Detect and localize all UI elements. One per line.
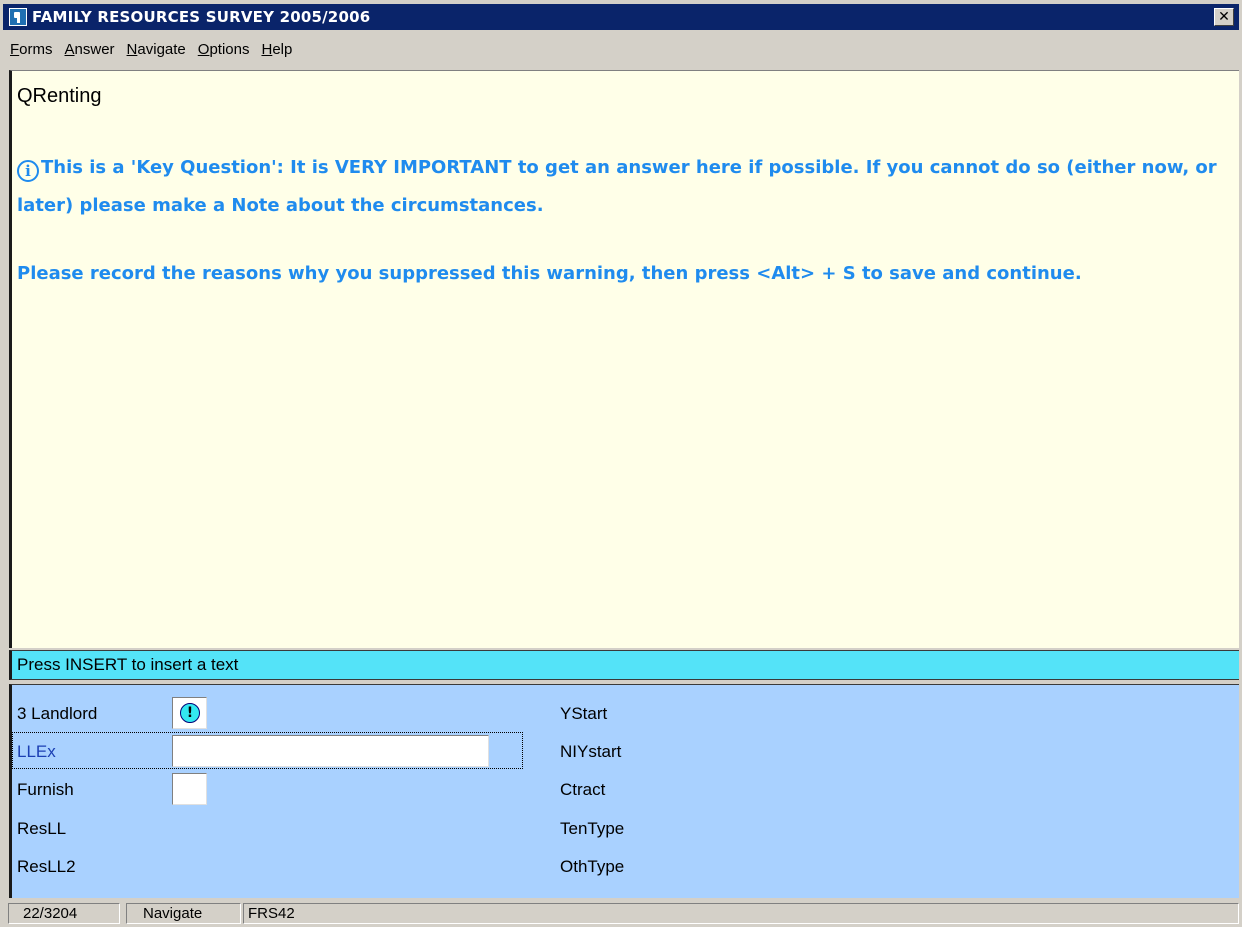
field-label-ystart: YStart bbox=[560, 704, 608, 723]
field-label-furnish: Furnish bbox=[17, 780, 74, 799]
menu-forms[interactable]: Forms bbox=[10, 41, 53, 58]
menu-help[interactable]: Help bbox=[261, 41, 292, 58]
position-indicator: 22/3204 bbox=[8, 903, 120, 924]
insert-hint-bar: Press INSERT to insert a text bbox=[9, 650, 1239, 680]
landlord-answer-box[interactable]: ! bbox=[172, 697, 207, 729]
question-text: i This is a 'Key Question': It is VERY IM… bbox=[17, 149, 1232, 293]
field-label-othtype: OthType bbox=[560, 857, 625, 876]
form-id-indicator: FRS42 bbox=[243, 903, 1239, 924]
info-icon: i bbox=[17, 160, 39, 182]
suppress-instruction: Please record the reasons why you suppre… bbox=[17, 263, 1082, 284]
field-label-resll: ResLL bbox=[17, 819, 67, 838]
field-label-llex: LLEx bbox=[17, 742, 56, 761]
title-bar: FAMILY RESOURCES SURVEY 2005/2006 ✕ bbox=[3, 4, 1239, 30]
field-label-tentype: TenType bbox=[560, 819, 625, 838]
warning-icon[interactable]: ! bbox=[180, 703, 200, 723]
question-name: QRenting bbox=[17, 85, 102, 107]
menu-options[interactable]: Options bbox=[198, 41, 250, 58]
question-pane: QRenting i This is a 'Key Question': It i… bbox=[9, 70, 1239, 648]
field-label-niystart: NIYstart bbox=[560, 742, 622, 761]
furnish-input[interactable] bbox=[172, 773, 207, 805]
field-label-landlord: 3 Landlord bbox=[17, 704, 98, 723]
menu-bar: Forms Answer Navigate Options Help bbox=[3, 31, 1239, 67]
field-label-ctract: Ctract bbox=[560, 780, 606, 799]
app-icon bbox=[9, 8, 27, 26]
form-pane: 3 Landlord ! LLEx Furnish ResLL ResLL2 Y… bbox=[9, 684, 1239, 898]
close-button[interactable]: ✕ bbox=[1214, 8, 1234, 26]
field-label-resll2: ResLL2 bbox=[17, 857, 76, 876]
key-question-warning: This is a 'Key Question': It is VERY IMP… bbox=[17, 157, 1217, 216]
llex-input[interactable] bbox=[172, 735, 489, 767]
window-title: FAMILY RESOURCES SURVEY 2005/2006 bbox=[32, 8, 371, 26]
mode-indicator: Navigate bbox=[126, 903, 241, 924]
survey-window: FAMILY RESOURCES SURVEY 2005/2006 ✕ Form… bbox=[0, 0, 1242, 927]
menu-navigate[interactable]: Navigate bbox=[127, 41, 186, 58]
menu-answer[interactable]: Answer bbox=[65, 41, 115, 58]
status-bar: 22/3204 Navigate FRS42 bbox=[3, 900, 1239, 925]
